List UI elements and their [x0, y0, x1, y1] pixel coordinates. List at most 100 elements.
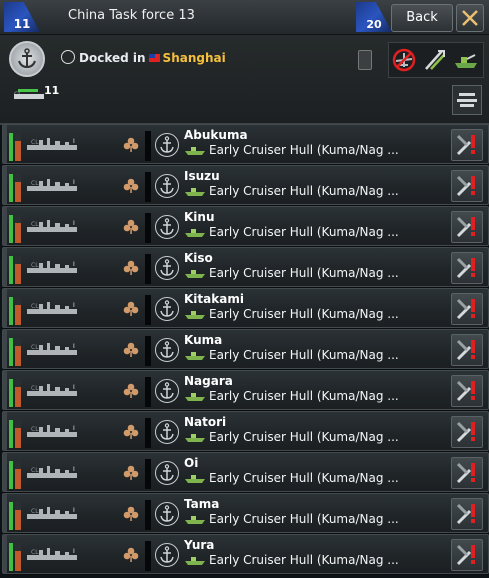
damage-control-button[interactable]	[451, 293, 483, 325]
ship-mission-button[interactable]	[155, 297, 179, 321]
damage-control-button[interactable]	[451, 498, 483, 530]
hull-type-icon	[185, 188, 205, 196]
organization-bar	[15, 305, 21, 325]
organization-bar	[15, 182, 21, 202]
ship-row[interactable]: CL I Tama Early Cruiser Hull (Kuma/Nag .…	[2, 493, 489, 534]
svg-text:I: I	[73, 343, 75, 350]
ship-mission-button[interactable]	[155, 461, 179, 485]
no-air-icon	[392, 48, 416, 72]
ship-mission-button[interactable]	[155, 256, 179, 280]
task-force-panel: 11 China Task force 13 20 Back Docked in…	[0, 0, 489, 578]
svg-text:I: I	[73, 220, 75, 227]
damage-control-button[interactable]	[451, 252, 483, 284]
strength-bar	[9, 420, 13, 448]
hull-type-icon	[185, 352, 205, 360]
ship-row[interactable]: CL I Abukuma Early Cruiser Hull (Kuma/Na…	[2, 124, 489, 165]
damage-control-button[interactable]	[451, 129, 483, 161]
svg-text:CL: CL	[31, 385, 39, 392]
row-edge	[3, 371, 7, 409]
organization-empty	[15, 297, 21, 305]
strength-bar	[9, 256, 13, 284]
ship-icon	[455, 54, 477, 68]
ship-name[interactable]: Natori	[184, 415, 226, 429]
damage-control-icon	[456, 380, 475, 402]
damage-control-button[interactable]	[451, 416, 483, 448]
ship-mission-button[interactable]	[155, 502, 179, 526]
organization-empty	[15, 338, 21, 346]
damage-control-icon	[456, 175, 475, 197]
svg-text:CL: CL	[31, 344, 39, 351]
anchor-icon	[160, 259, 174, 276]
damage-control-button[interactable]	[451, 170, 483, 202]
weapons-button[interactable]	[422, 47, 448, 73]
ship-hull: Early Cruiser Hull (Kuma/Nag ...	[209, 553, 399, 567]
ship-name[interactable]: Yura	[184, 538, 214, 552]
hull-type-icon	[185, 147, 205, 155]
row-edge	[3, 330, 7, 368]
damage-control-button[interactable]	[451, 211, 483, 243]
ship-row[interactable]: CL I Kitakami Early Cruiser Hull (Kuma/N…	[2, 288, 489, 329]
hull-type-icon	[185, 475, 205, 483]
fleet-total-badge[interactable]: 20	[356, 2, 392, 32]
no-air-support-button[interactable]	[391, 47, 417, 73]
location-link[interactable]: Shanghai	[163, 51, 226, 65]
damage-control-button[interactable]	[451, 375, 483, 407]
damage-control-icon	[456, 216, 475, 238]
organization-bar	[15, 387, 21, 407]
ship-name[interactable]: Kinu	[184, 210, 215, 224]
damage-control-button[interactable]	[451, 539, 483, 571]
ship-silhouette-icon: CL I	[27, 507, 77, 519]
ship-name[interactable]: Kiso	[184, 251, 213, 265]
ship-row[interactable]: CL I Kiso Early Cruiser Hull (Kuma/Nag .…	[2, 247, 489, 288]
ship-name[interactable]: Kuma	[184, 333, 222, 347]
ship-design-button[interactable]	[453, 47, 479, 73]
ship-name[interactable]: Tama	[184, 497, 219, 511]
ship-row[interactable]: CL I Kuma Early Cruiser Hull (Kuma/Nag .…	[2, 329, 489, 370]
ship-row[interactable]: CL I Kinu Early Cruiser Hull (Kuma/Nag .…	[2, 206, 489, 247]
close-button[interactable]	[456, 4, 484, 32]
ship-mission-button[interactable]	[155, 420, 179, 444]
ship-mission-button[interactable]	[155, 379, 179, 403]
ship-mission-button[interactable]	[155, 215, 179, 239]
ship-row[interactable]: CL I Isuzu Early Cruiser Hull (Kuma/Nag …	[2, 165, 489, 206]
strength-bar	[9, 502, 13, 530]
damage-control-button[interactable]	[451, 457, 483, 489]
organization-empty	[15, 502, 21, 510]
svg-text:CL: CL	[31, 508, 39, 515]
organization-bar	[15, 510, 21, 530]
hull-type-icon	[185, 311, 205, 319]
row-edge	[3, 453, 7, 491]
clover-icon	[123, 424, 139, 439]
fleet-mission-button[interactable]	[9, 41, 45, 77]
ship-mission-button[interactable]	[155, 133, 179, 157]
sort-ships-button[interactable]	[452, 85, 482, 115]
row-edge	[3, 207, 7, 245]
ship-name[interactable]: Oi	[184, 456, 198, 470]
ship-name[interactable]: Abukuma	[184, 128, 248, 142]
ship-mission-button[interactable]	[155, 174, 179, 198]
strength-bar	[9, 297, 13, 325]
clover-icon	[123, 506, 139, 521]
ship-mission-button[interactable]	[155, 543, 179, 567]
ship-row[interactable]: CL I Natori Early Cruiser Hull (Kuma/Nag…	[2, 411, 489, 452]
svg-text:I: I	[73, 138, 75, 145]
ship-name[interactable]: Kitakami	[184, 292, 244, 306]
svg-text:I: I	[73, 302, 75, 309]
svg-text:I: I	[73, 261, 75, 268]
ship-row[interactable]: CL I Nagara Early Cruiser Hull (Kuma/Nag…	[2, 370, 489, 411]
task-force-name[interactable]: China Task force 13	[68, 8, 195, 23]
experience-bar	[145, 336, 151, 366]
anchor-icon	[160, 546, 174, 563]
ship-row[interactable]: CL I Oi Early Cruiser Hull (Kuma/Nag ...	[2, 452, 489, 493]
fleet-flag-badge[interactable]: 11	[4, 2, 40, 32]
svg-text:I: I	[73, 466, 75, 473]
back-button[interactable]: Back	[391, 4, 453, 32]
ship-name[interactable]: Isuzu	[184, 169, 220, 183]
ship-hull: Early Cruiser Hull (Kuma/Nag ...	[209, 307, 399, 321]
svg-text:I: I	[73, 507, 75, 514]
ship-name[interactable]: Nagara	[184, 374, 233, 388]
ship-mission-button[interactable]	[155, 338, 179, 362]
damage-control-button[interactable]	[451, 334, 483, 366]
experience-bar	[145, 213, 151, 243]
ship-row[interactable]: CL I Yura Early Cruiser Hull (Kuma/Nag .…	[2, 534, 489, 575]
